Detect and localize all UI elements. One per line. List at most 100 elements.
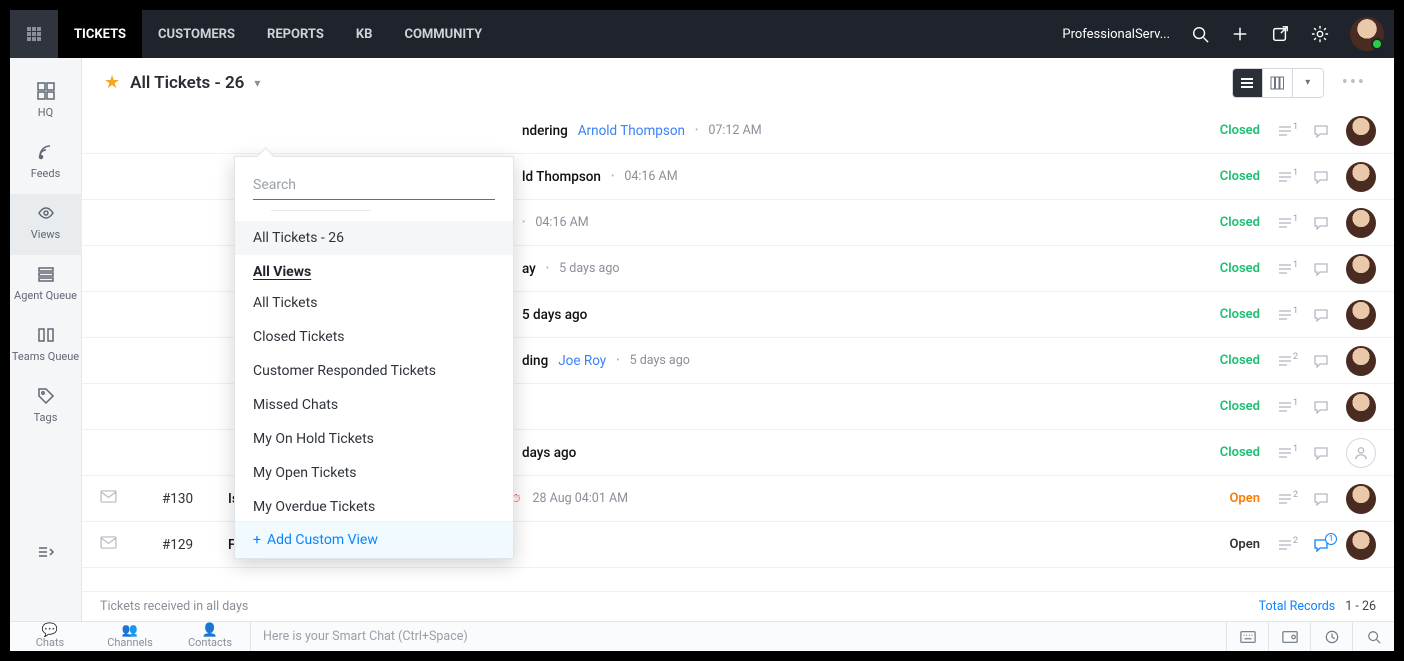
rail-item-hq[interactable]: HQ	[10, 72, 82, 133]
thread-count-icon: 1	[1274, 400, 1296, 414]
bottom-label: Channels	[107, 636, 153, 649]
ticket-status: Open	[1200, 537, 1260, 552]
bottom-search-icon[interactable]	[1352, 622, 1394, 652]
comment-icon	[1310, 308, 1332, 322]
assignee-avatar[interactable]	[1346, 530, 1376, 560]
collapse-icon	[10, 543, 82, 563]
assignee-avatar[interactable]	[1346, 392, 1376, 422]
assignee-avatar[interactable]	[1346, 254, 1376, 284]
ticket-subject: ding	[522, 353, 548, 369]
nav-tab-customers[interactable]: CUSTOMERS	[142, 10, 251, 58]
ticket-row[interactable]: nderingArnold Thompson•07:12 AMClosed1	[82, 108, 1394, 154]
ticket-time: 04:16 AM	[535, 215, 588, 230]
view-option[interactable]: My Overdue Tickets	[235, 490, 513, 521]
ticket-id: #129	[162, 537, 218, 553]
rail-item-feeds[interactable]: Feeds	[10, 133, 82, 194]
thread-count-icon: 1	[1274, 446, 1296, 460]
envelope-icon	[100, 536, 118, 553]
ticket-id: #130	[162, 491, 218, 507]
add-custom-view-label: Add Custom View	[267, 532, 378, 548]
rail-item-views[interactable]: Views	[10, 194, 82, 255]
ticket-time: 07:12 AM	[708, 123, 761, 138]
ticket-status: Closed	[1200, 169, 1260, 184]
assignee-avatar[interactable]	[1346, 484, 1376, 514]
view-mode-switch: ▾	[1232, 68, 1324, 98]
smart-chat-input[interactable]: Here is your Smart Chat (Ctrl+Space)	[250, 622, 1226, 651]
comment-icon	[1310, 124, 1332, 138]
ticket-subject: days ago	[522, 445, 576, 461]
assignee-avatar[interactable]	[1346, 208, 1376, 238]
app-launcher-icon[interactable]	[10, 10, 58, 58]
feed-icon	[10, 143, 82, 163]
tag-icon	[10, 387, 82, 407]
ticket-status: Open	[1200, 491, 1260, 506]
view-title[interactable]: All Tickets - 26	[130, 73, 244, 93]
ticket-status: Closed	[1200, 307, 1260, 322]
thread-count-icon: 2	[1274, 492, 1296, 506]
ticket-subject: 5 days ago	[522, 307, 587, 323]
settings-gear-icon[interactable]	[1300, 10, 1340, 58]
bottom-bar: 💬 Chats 👥 Channels 👤 Contacts Here is yo…	[10, 621, 1394, 651]
nav-tab-reports[interactable]: REPORTS	[251, 10, 340, 58]
nav-tab-tickets[interactable]: TICKETS	[58, 10, 142, 58]
history-icon[interactable]	[1310, 622, 1352, 652]
channels-icon: 👥	[90, 625, 170, 636]
assignee-avatar[interactable]	[1346, 116, 1376, 146]
view-option[interactable]: My Open Tickets	[235, 456, 513, 490]
rail-item-teams-queue[interactable]: Teams Queue	[10, 316, 82, 377]
total-records-link[interactable]: Total Records	[1259, 599, 1336, 614]
thread-count-icon: 2	[1274, 354, 1296, 368]
left-rail: HQ Feeds Views Agent Queue Teams Queue T…	[10, 58, 82, 621]
rail-label: Feeds	[31, 167, 61, 180]
assignee-avatar[interactable]	[1346, 162, 1376, 192]
assignee-avatar[interactable]	[1346, 346, 1376, 376]
rail-collapse-toggle[interactable]	[10, 533, 82, 581]
search-icon[interactable]	[1180, 10, 1220, 58]
assignee-avatar[interactable]	[1346, 300, 1376, 330]
ticket-contact[interactable]: Joe Roy	[558, 353, 606, 369]
agent-queue-icon	[10, 265, 82, 285]
view-option[interactable]: Customer Responded Tickets	[235, 354, 513, 388]
envelope-icon	[100, 490, 118, 507]
view-option-current[interactable]: All Tickets - 26	[235, 221, 513, 255]
comment-icon	[1310, 170, 1332, 184]
bottom-item-chats[interactable]: 💬 Chats	[10, 625, 90, 649]
profile-avatar[interactable]	[1350, 17, 1384, 51]
ticket-form-icon[interactable]	[1268, 622, 1310, 652]
nav-tab-community[interactable]: COMMUNITY	[388, 10, 498, 58]
add-custom-view-button[interactable]: + Add Custom View	[235, 521, 513, 558]
list-footer: Tickets received in all days Total Recor…	[82, 591, 1394, 621]
comment-icon	[1310, 446, 1332, 460]
comment-icon	[1310, 262, 1332, 276]
rail-item-tags[interactable]: Tags	[10, 377, 82, 438]
thread-count-icon: 1	[1274, 124, 1296, 138]
ticket-status: Closed	[1200, 261, 1260, 276]
ticket-contact[interactable]: Arnold Thompson	[578, 123, 685, 139]
view-mode-dropdown[interactable]: ▾	[1293, 69, 1323, 97]
view-option[interactable]: All Tickets	[235, 286, 513, 320]
bottom-item-contacts[interactable]: 👤 Contacts	[170, 625, 250, 649]
rail-item-agent-queue[interactable]: Agent Queue	[10, 255, 82, 316]
org-switcher[interactable]: ProfessionalServ...	[1062, 27, 1170, 42]
views-search-input[interactable]	[253, 171, 495, 200]
ticket-time: 04:16 AM	[624, 169, 677, 184]
content-header: ★ All Tickets - 26 ▾ ▾ •••	[82, 58, 1394, 108]
view-option[interactable]: Closed Tickets	[235, 320, 513, 354]
bottom-item-channels[interactable]: 👥 Channels	[90, 625, 170, 649]
popout-icon[interactable]	[1260, 10, 1300, 58]
views-icon	[10, 204, 82, 224]
list-view-button[interactable]	[1233, 69, 1263, 97]
view-option[interactable]: Missed Chats	[235, 388, 513, 422]
more-options-icon[interactable]: •••	[1336, 68, 1372, 97]
keyboard-icon[interactable]	[1226, 622, 1268, 652]
nav-tab-kb[interactable]: KB	[340, 10, 389, 58]
view-option[interactable]: My On Hold Tickets	[235, 422, 513, 456]
ticket-time: 5 days ago	[630, 353, 690, 368]
chevron-down-icon[interactable]: ▾	[254, 76, 260, 90]
assignee-avatar[interactable]	[1346, 438, 1376, 468]
ticket-status: Closed	[1200, 215, 1260, 230]
kanban-view-button[interactable]	[1263, 69, 1293, 97]
ticket-status: Closed	[1200, 399, 1260, 414]
add-icon[interactable]	[1220, 10, 1260, 58]
star-icon[interactable]: ★	[104, 72, 120, 93]
